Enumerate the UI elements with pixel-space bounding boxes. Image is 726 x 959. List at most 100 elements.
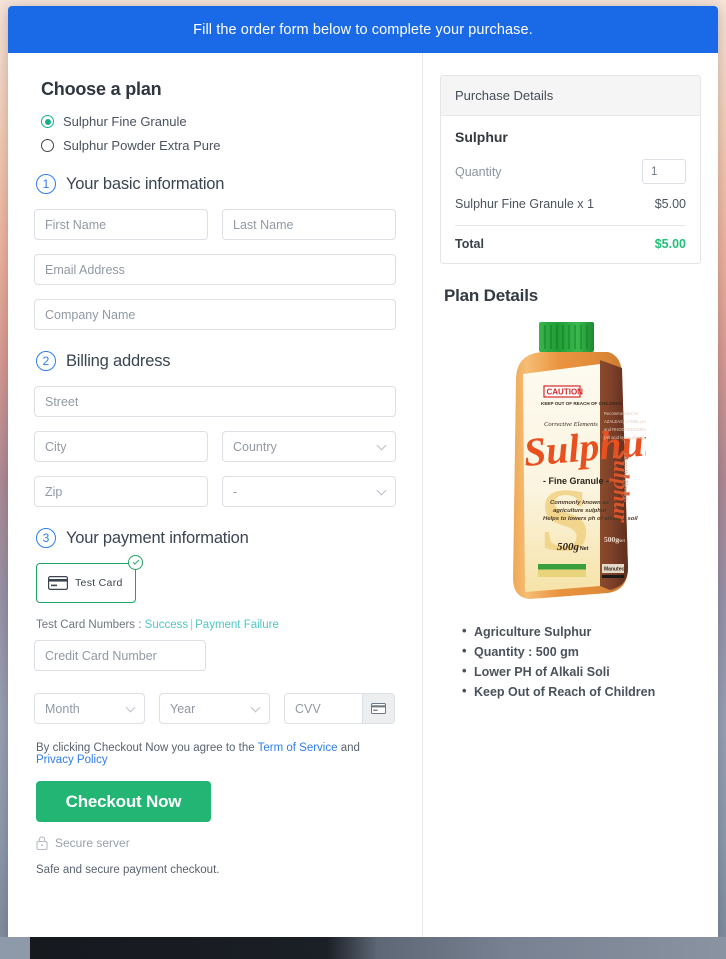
payment-method-label: Test Card: [75, 577, 123, 589]
line-item-row: Sulphur Fine Granule x 1 $5.00: [455, 197, 686, 211]
name-row: First Name Last Name: [34, 209, 396, 240]
desktop-background-strip: [0, 937, 726, 959]
purchase-details-body: Sulphur Quantity 1 Sulphur Fine Granule …: [441, 116, 700, 263]
terms-of-service-link[interactable]: Term of Service: [258, 742, 338, 754]
line-item-price: $5.00: [654, 197, 686, 211]
country-placeholder: Country: [233, 439, 277, 454]
quantity-label: Quantity: [455, 164, 502, 179]
email-input[interactable]: Email Address: [34, 254, 396, 285]
total-price: $5.00: [654, 237, 686, 251]
step-title: Your payment information: [66, 528, 249, 547]
cvv-placeholder: CVV: [295, 701, 321, 716]
svg-text:- Fine Granule -: - Fine Granule -: [543, 476, 609, 486]
svg-text:Corrective Elements: Corrective Elements: [622, 453, 628, 503]
city-country-row: City Country: [34, 431, 396, 462]
cvv-input[interactable]: CVV: [285, 694, 362, 723]
test-card-failure-link[interactable]: Payment Failure: [195, 619, 279, 631]
plan-option-powder-extra-pure[interactable]: Sulphur Powder Extra Pure: [41, 138, 396, 153]
svg-text:KEEP OUT OF REACH OF CHILDREN: KEEP OUT OF REACH OF CHILDREN: [541, 401, 623, 406]
expiry-cvv-row: Month Year CVV: [34, 693, 396, 724]
list-item: Agriculture Sulphur: [462, 621, 701, 642]
secure-server-label: Secure server: [55, 836, 130, 850]
company-row: Company Name: [34, 299, 396, 330]
step-number-badge: 3: [36, 528, 56, 548]
zip-placeholder: Zip: [45, 484, 63, 499]
credit-card-placeholder: Credit Card Number: [45, 648, 157, 663]
email-row: Email Address: [34, 254, 396, 285]
plan-bullet-list: Agriculture Sulphur Quantity : 500 gm Lo…: [462, 621, 701, 702]
svg-text:Net: Net: [618, 538, 626, 543]
check-mark: [132, 558, 139, 565]
cvv-help-button[interactable]: [362, 694, 394, 723]
chevron-down-icon: [376, 440, 387, 450]
agreement-text: By clicking Checkout Now you agree to th…: [36, 742, 396, 766]
list-item: Quantity : 500 gm: [462, 641, 701, 662]
payment-method-group: Test Card: [36, 555, 143, 603]
svg-text:Net: Net: [580, 546, 589, 552]
zip-input[interactable]: Zip: [34, 476, 208, 507]
last-name-placeholder: Last Name: [233, 217, 294, 232]
country-select[interactable]: Country: [222, 431, 396, 462]
svg-text:Commonly known as: Commonly known as: [550, 500, 610, 506]
checkout-now-button[interactable]: Checkout Now: [36, 781, 211, 822]
first-name-input[interactable]: First Name: [34, 209, 208, 240]
cvv-field-group[interactable]: CVV: [284, 693, 395, 724]
zip-state-row: Zip -: [34, 476, 396, 507]
city-placeholder: City: [45, 439, 67, 454]
street-input[interactable]: Street: [34, 386, 396, 417]
state-select[interactable]: -: [222, 476, 396, 507]
footer-note: Safe and secure payment checkout.: [36, 864, 220, 876]
plan-option-fine-granule[interactable]: Sulphur Fine Granule: [41, 114, 396, 129]
payment-method-test-card[interactable]: Test Card: [36, 563, 136, 603]
year-placeholder: Year: [170, 701, 196, 716]
expiry-year-select[interactable]: Year: [159, 693, 270, 724]
header-banner: Fill the order form below to complete yo…: [8, 6, 718, 53]
plan-option-label: Sulphur Fine Granule: [63, 114, 187, 129]
list-item: Lower PH of Alkali Soli: [462, 661, 701, 682]
chevron-down-icon: [250, 702, 261, 712]
step-title: Billing address: [66, 351, 171, 370]
city-input[interactable]: City: [34, 431, 208, 462]
quantity-row: Quantity 1: [455, 159, 686, 184]
total-row: Total $5.00: [455, 226, 686, 253]
step-title: Your basic information: [66, 174, 225, 193]
svg-text:500g: 500g: [557, 541, 580, 553]
chevron-down-icon: [376, 485, 387, 495]
street-placeholder: Street: [45, 394, 79, 409]
step-header-payment-information: 3 Your payment information: [36, 528, 396, 548]
sulphur-bottle-image: S CAUTION KEEP OUT OF REACH OF CHILDREN …: [512, 322, 646, 599]
svg-text:(All acid loving plants): (All acid loving plants): [604, 435, 645, 440]
list-item: Keep Out of Reach of Children: [462, 681, 701, 702]
credit-card-icon: [371, 703, 386, 714]
first-name-placeholder: First Name: [45, 217, 107, 232]
banner-text: Fill the order form below to complete yo…: [193, 21, 533, 38]
expiry-month-select[interactable]: Month: [34, 693, 145, 724]
last-name-input[interactable]: Last Name: [222, 209, 396, 240]
svg-text:and RHODODENDRONS: and RHODODENDRONS: [604, 427, 646, 432]
test-card-numbers-label: Test Card Numbers :: [36, 619, 145, 631]
svg-text:Recommended for: Recommended for: [604, 411, 639, 416]
test-card-success-link[interactable]: Success: [145, 619, 188, 631]
test-card-numbers-row: Test Card Numbers : Success | Payment Fail…: [36, 619, 396, 631]
credit-card-number-input[interactable]: Credit Card Number: [34, 640, 206, 671]
quantity-input[interactable]: 1: [642, 159, 686, 184]
step-header-billing-address: 2 Billing address: [36, 351, 396, 371]
credit-card-row: Credit Card Number: [34, 640, 396, 671]
line-item-label: Sulphur Fine Granule x 1: [455, 197, 594, 211]
radio-icon-selected[interactable]: [41, 115, 54, 128]
svg-text:Manutec: Manutec: [604, 567, 625, 573]
step-header-basic-information: 1 Your basic information: [36, 174, 396, 194]
chevron-down-icon: [125, 702, 136, 712]
company-name-input[interactable]: Company Name: [34, 299, 396, 330]
company-placeholder: Company Name: [45, 307, 136, 322]
check-circle-icon: [128, 555, 143, 570]
privacy-policy-link[interactable]: Privacy Policy: [36, 754, 108, 766]
radio-icon-unselected[interactable]: [41, 139, 54, 152]
product-image-wrapper: S CAUTION KEEP OUT OF REACH OF CHILDREN …: [440, 318, 701, 608]
order-form-column: Choose a plan Sulphur Fine Granule Sulph…: [8, 53, 423, 944]
purchase-details-box: Purchase Details Sulphur Quantity 1 Sulp…: [440, 75, 701, 264]
agreement-middle: and: [337, 742, 360, 754]
month-placeholder: Month: [45, 701, 80, 716]
purchase-details-header: Purchase Details: [441, 76, 700, 116]
step-number-badge: 2: [36, 351, 56, 371]
